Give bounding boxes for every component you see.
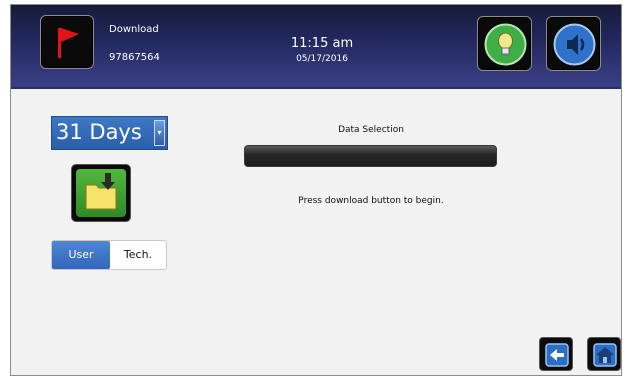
role-toggle: User Tech.: [51, 240, 167, 270]
download-button[interactable]: [71, 164, 131, 222]
chevron-down-icon[interactable]: ▾: [154, 120, 165, 146]
home-button[interactable]: [587, 337, 621, 371]
status-message: Press download button to begin.: [298, 196, 444, 206]
red-flag-icon: [41, 28, 95, 74]
folder-download-icon: [76, 169, 126, 217]
clock-date: 05/17/2016: [296, 54, 348, 64]
lightbulb-button[interactable]: [477, 16, 532, 71]
download-progress-bar: [244, 145, 497, 167]
sound-button[interactable]: [546, 16, 601, 71]
days-dropdown[interactable]: 31 Days ▾: [51, 116, 168, 150]
days-value: 31 Days: [56, 120, 142, 144]
back-button[interactable]: [539, 337, 573, 371]
header-bar: Download 97867564 11:15 am 05/17/2016: [11, 5, 621, 89]
data-selection-label: Data Selection: [338, 125, 404, 135]
back-arrow-icon: [540, 343, 574, 375]
tech-toggle-button[interactable]: Tech.: [110, 241, 166, 269]
lightbulb-icon: [478, 23, 533, 76]
clock-time: 11:15 am: [290, 36, 354, 51]
device-screen: Download 97867564 11:15 am 05/17/2016 31…: [10, 4, 622, 376]
flag-button[interactable]: [40, 15, 94, 69]
device-id: 97867564: [109, 52, 160, 63]
user-toggle-button[interactable]: User: [52, 241, 110, 269]
speaker-icon: [547, 23, 602, 76]
page-title: Download: [109, 24, 159, 35]
home-icon: [588, 343, 621, 375]
